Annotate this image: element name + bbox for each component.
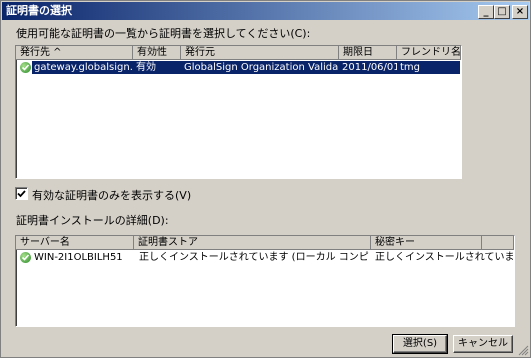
checkmark-icon bbox=[17, 190, 26, 198]
window-title: 証明書の選択 bbox=[6, 4, 72, 17]
valid-only-checkbox[interactable] bbox=[15, 187, 28, 200]
column-header-server[interactable]: サーバー名 bbox=[16, 236, 134, 250]
column-header-filler bbox=[482, 236, 514, 250]
valid-only-label[interactable]: 有効な証明書のみを表示する(V) bbox=[32, 187, 191, 203]
instruction-label: 使用可能な証明書の一覧から証明書を選択してください(C): bbox=[16, 27, 311, 40]
title-bar: 証明書の選択 _ □ × bbox=[2, 2, 529, 20]
resize-grip-icon[interactable] bbox=[518, 345, 529, 356]
install-ok-icon bbox=[20, 252, 31, 263]
select-button[interactable]: 選択(S) bbox=[392, 334, 448, 354]
column-header-store[interactable]: 証明書ストア bbox=[134, 236, 371, 250]
install-details-label: 証明書インストールの詳細(D): bbox=[16, 214, 169, 227]
cell-server: WIN-2I1OLBILH51 bbox=[34, 252, 123, 263]
column-header-expires[interactable]: 期限日 bbox=[339, 46, 397, 60]
column-header-issued-to[interactable]: 発行先 ^ bbox=[16, 46, 133, 60]
cell-issuer: GlobalSign Organization Validation C... bbox=[184, 62, 338, 73]
cancel-button[interactable]: キャンセル bbox=[453, 335, 513, 353]
cell-validity: 有効 bbox=[136, 62, 156, 73]
column-header-validity[interactable]: 有効性 bbox=[133, 46, 181, 60]
valid-certificate-icon bbox=[20, 62, 31, 73]
minimize-button[interactable]: _ bbox=[478, 5, 494, 19]
column-header-friendly-name[interactable]: フレンドリ名 bbox=[397, 46, 461, 60]
certificate-select-dialog: 証明書の選択 _ □ × 使用可能な証明書の一覧から証明書を選択してください(C… bbox=[0, 0, 531, 358]
cell-expires: 2011/06/01 bbox=[342, 62, 397, 73]
column-header-private-key[interactable]: 秘密キー bbox=[371, 236, 482, 250]
column-header-issuer[interactable]: 発行元 bbox=[181, 46, 339, 60]
table-row[interactable]: gateway.globalsign.co.jp 有効 GlobalSign O… bbox=[32, 61, 460, 74]
install-details-list[interactable]: サーバー名 証明書ストア 秘密キー WIN-2I1OLBILH51 正しくインス… bbox=[15, 235, 515, 327]
maximize-button[interactable]: □ bbox=[494, 5, 510, 19]
certificate-list[interactable]: 発行先 ^ 有効性 発行元 期限日 フレンドリ名 gateway.globals… bbox=[15, 45, 462, 179]
cell-store: 正しくインストールされています (ローカル コンピューター、個人用) bbox=[139, 252, 369, 263]
cell-private-key: 正しくインストールされています bbox=[375, 252, 513, 263]
cell-friendly-name: tmg bbox=[400, 62, 421, 73]
close-button[interactable]: × bbox=[512, 5, 528, 19]
cell-issued-to: gateway.globalsign.co.jp bbox=[34, 62, 133, 73]
